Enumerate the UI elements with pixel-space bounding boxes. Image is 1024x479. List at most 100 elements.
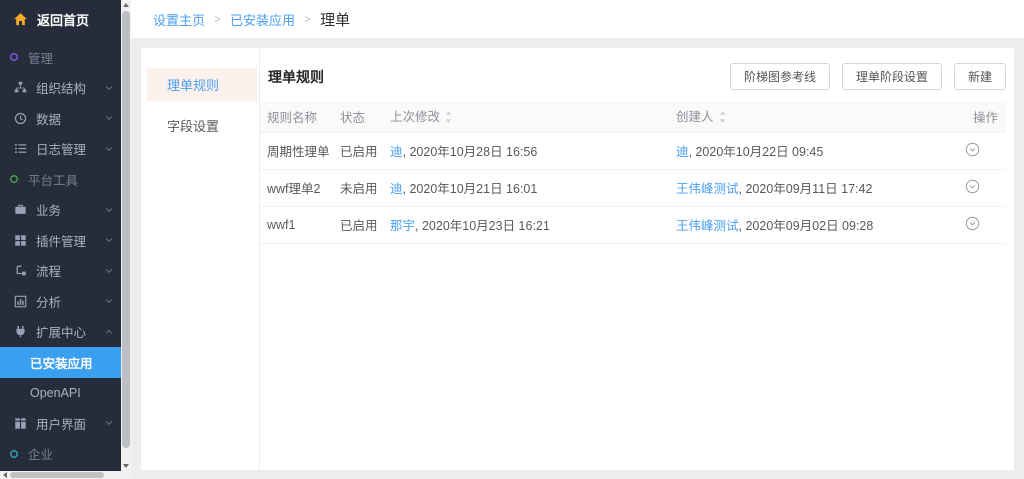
- flow-icon: [13, 264, 27, 278]
- list-icon: [13, 142, 27, 156]
- user-link[interactable]: 迪: [390, 182, 403, 196]
- sidebar-group-enterprise[interactable]: 企业: [0, 439, 121, 470]
- sidebar-item-label: 用户界面: [36, 414, 104, 433]
- rule-name-cell: 周期性理单: [260, 132, 336, 169]
- horizontal-scroll-thumb[interactable]: [10, 472, 104, 478]
- sidebar-item-label: 组织结构: [36, 78, 104, 97]
- chevron-down-icon: [104, 205, 114, 215]
- sidebar-item-label: 扩展中心: [36, 322, 104, 341]
- chevron-down-icon: [104, 144, 114, 154]
- sidebar-item-label: 业务: [36, 200, 104, 219]
- scroll-left-arrow-icon[interactable]: [0, 471, 9, 479]
- sidebar-item-data[interactable]: 数据: [0, 103, 121, 134]
- sidebar-item-label: 平台工具: [28, 170, 121, 189]
- column-header-actions: 操作: [960, 102, 1006, 132]
- chevron-up-icon: [104, 327, 114, 337]
- row-expand-chevron-circle-icon[interactable]: [965, 216, 980, 231]
- home-icon: [13, 12, 28, 27]
- section-title: 理单规则: [268, 67, 324, 87]
- sidebar-item-installed-apps[interactable]: 已安装应用: [0, 347, 121, 378]
- clock-icon: [13, 111, 27, 125]
- breadcrumb-current: 理单: [320, 9, 350, 30]
- scroll-up-arrow-icon[interactable]: [121, 0, 131, 10]
- scroll-down-arrow-icon[interactable]: [121, 461, 131, 471]
- lidan-stage-settings-button[interactable]: 理单阶段设置: [842, 63, 942, 90]
- last-modified-cell: 迪, 2020年10月28日 16:56: [386, 132, 672, 169]
- sidebar-item-user-interface[interactable]: 用户界面: [0, 408, 121, 439]
- last-modified-cell: 那宇, 2020年10月23日 16:21: [386, 206, 672, 243]
- sidebar-item-label: 数据: [36, 109, 104, 128]
- sidebar-item-back-home[interactable]: 返回首页: [0, 0, 121, 38]
- user-link[interactable]: 那宇: [390, 219, 415, 233]
- sitemap-icon: [13, 81, 27, 95]
- table-header-row: 规则名称 状态 上次修改 创建人 操作: [260, 102, 1006, 132]
- panel-body: 理单规则 阶梯图参考线 理单阶段设置 新建 规则名称 状态: [260, 48, 1014, 470]
- row-expand-chevron-circle-icon[interactable]: [965, 179, 980, 194]
- chevron-down-icon: [104, 83, 114, 93]
- sidebar-item-openapi[interactable]: OpenAPI: [0, 378, 121, 409]
- sort-icon[interactable]: [718, 110, 727, 127]
- create-new-button[interactable]: 新建: [954, 63, 1006, 90]
- sort-icon[interactable]: [444, 110, 453, 127]
- breadcrumb-link-installed-apps[interactable]: 已安装应用: [230, 10, 295, 29]
- user-link[interactable]: 迪: [390, 145, 403, 159]
- breadcrumb-bar: 设置主页 > 已安装应用 > 理单: [131, 0, 1024, 38]
- last-modified-cell: 迪, 2020年10月21日 16:01: [386, 169, 672, 206]
- sidebar-item-analysis[interactable]: 分析: [0, 286, 121, 317]
- settings-subnav: 理单规则 字段设置: [141, 48, 260, 470]
- breadcrumb-link-settings-home[interactable]: 设置主页: [153, 10, 205, 29]
- user-link[interactable]: 王伟峰测试: [676, 182, 739, 196]
- content-area: 理单规则 字段设置 理单规则 阶梯图参考线 理单阶段设置 新建: [131, 38, 1024, 479]
- sidebar-item-label: OpenAPI: [30, 386, 81, 400]
- column-header-status: 状态: [336, 102, 386, 132]
- row-expand-chevron-circle-icon[interactable]: [965, 142, 980, 157]
- chart-icon: [13, 294, 27, 308]
- user-link[interactable]: 迪: [676, 145, 689, 159]
- rules-table: 规则名称 状态 上次修改 创建人 操作 周期性理单已启用迪, 2020年10月2…: [260, 102, 1006, 244]
- sidebar-group-platform-tools[interactable]: 平台工具: [0, 164, 121, 195]
- column-header-creator[interactable]: 创建人: [672, 102, 960, 132]
- chevron-down-icon: [104, 113, 114, 123]
- chevron-down-icon: [104, 296, 114, 306]
- subnav-item-lidan-rules[interactable]: 理单规则: [147, 68, 257, 101]
- sidebar-horizontal-scrollbar[interactable]: [0, 471, 121, 479]
- chevron-down-icon: [104, 266, 114, 276]
- sidebar: 返回首页 管理组织结构数据日志管理平台工具业务插件管理流程分析扩展中心已安装应用…: [0, 0, 131, 479]
- rule-name-cell: wwf理单2: [260, 169, 336, 206]
- table-row: wwf1已启用那宇, 2020年10月23日 16:21王伟峰测试, 2020年…: [260, 206, 1006, 243]
- sidebar-item-business[interactable]: 业务: [0, 195, 121, 226]
- status-cell: 已启用: [336, 132, 386, 169]
- sidebar-item-log-management[interactable]: 日志管理: [0, 134, 121, 165]
- breadcrumb-separator: >: [304, 12, 311, 26]
- subnav-item-field-settings[interactable]: 字段设置: [147, 109, 257, 142]
- sidebar-group-management[interactable]: 管理: [0, 42, 121, 73]
- column-header-last-modified[interactable]: 上次修改: [386, 102, 672, 132]
- sidebar-item-label: 分析: [36, 292, 104, 311]
- sidebar-item-label: 插件管理: [36, 231, 104, 250]
- actions-cell: [960, 169, 1006, 206]
- grid-icon: [13, 416, 27, 430]
- sidebar-item-org-structure[interactable]: 组织结构: [0, 73, 121, 104]
- sidebar-item-label: 流程: [36, 261, 104, 280]
- section-header: 理单规则 阶梯图参考线 理单阶段设置 新建: [260, 48, 1014, 102]
- subnav-item-label: 字段设置: [167, 116, 219, 135]
- subnav-item-label: 理单规则: [167, 75, 219, 94]
- horizontal-scroll-track[interactable]: [9, 471, 121, 479]
- vertical-scroll-thumb[interactable]: [122, 11, 130, 448]
- ladder-chart-reference-line-button[interactable]: 阶梯图参考线: [730, 63, 830, 90]
- creator-cell: 王伟峰测试, 2020年09月11日 17:42: [672, 169, 960, 206]
- briefcase-icon: [13, 203, 27, 217]
- actions-cell: [960, 206, 1006, 243]
- user-link[interactable]: 王伟峰测试: [676, 219, 739, 233]
- vertical-scroll-track[interactable]: [121, 10, 131, 461]
- sidebar-item-flow[interactable]: 流程: [0, 256, 121, 287]
- status-cell: 未启用: [336, 169, 386, 206]
- sidebar-item-label: 日志管理: [36, 139, 104, 158]
- main-area: 设置主页 > 已安装应用 > 理单 理单规则 字段设置 理单规则 阶梯图参考线: [131, 0, 1024, 479]
- status-cell: 已启用: [336, 206, 386, 243]
- sidebar-item-extension-center[interactable]: 扩展中心: [0, 317, 121, 348]
- sidebar-item-plugin-management[interactable]: 插件管理: [0, 225, 121, 256]
- extension-icon: [13, 325, 27, 339]
- breadcrumb: 设置主页 > 已安装应用 > 理单: [153, 9, 350, 30]
- sidebar-vertical-scrollbar[interactable]: [121, 0, 131, 471]
